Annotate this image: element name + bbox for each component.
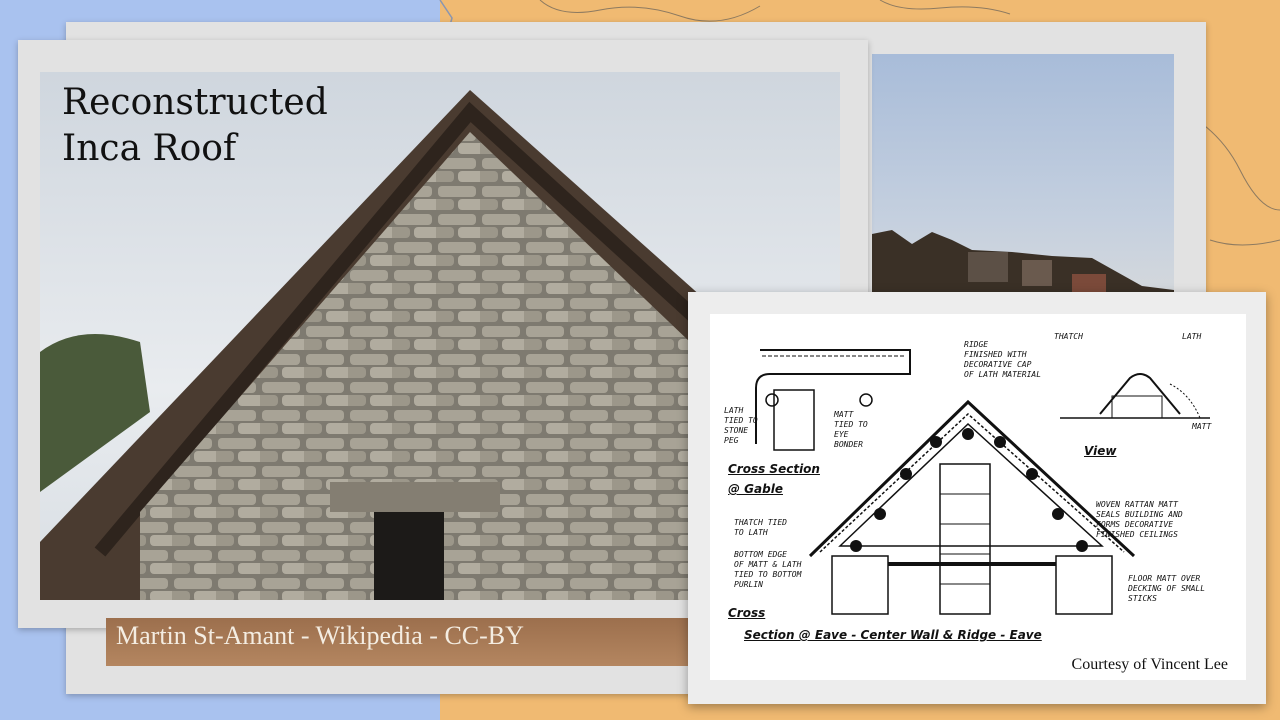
photo-credit-strip: Martin St-Amant - Wikipedia - CC-BY — [106, 618, 706, 666]
slide-title: Reconstructed Inca Roof — [62, 82, 328, 169]
label-woven-matt: Woven rattan matt seals building and for… — [1096, 500, 1183, 539]
label-lath-tied: Lath tied to stone peg — [724, 406, 758, 445]
heading-view: View — [1084, 444, 1117, 458]
label-bottom-edge: Bottom edge of matt & lath tied to botto… — [734, 550, 802, 589]
label-matt-tied: Matt tied to eye bonder — [834, 410, 868, 449]
label-matt-view: Matt — [1192, 422, 1212, 431]
heading-cross-section: Cross Section — [728, 462, 820, 476]
label-thatch-view: Thatch — [1054, 332, 1083, 341]
label-lath-view: Lath — [1182, 332, 1202, 341]
heading-cross: Cross — [728, 606, 766, 620]
label-ridge: Ridge finished with decorative cap of la… — [964, 340, 1042, 379]
photo-credit: Martin St-Amant - Wikipedia - CC-BY — [116, 621, 524, 650]
heading-at-gable: @ Gable — [728, 482, 783, 496]
landscape-photo — [872, 54, 1174, 292]
diagram-credit: Courtesy of Vincent Lee — [1071, 656, 1228, 673]
roof-diagram: Ridge finished with decorative cap of la… — [710, 314, 1246, 680]
heading-section-eave: Section @ Eave - Center Wall & Ridge - E… — [744, 628, 1042, 642]
label-floor-matt: Floor matt over decking of small sticks — [1128, 574, 1206, 603]
label-thatch-tied: Thatch tied to lath — [734, 518, 787, 537]
ruins-silhouette — [872, 230, 1174, 292]
